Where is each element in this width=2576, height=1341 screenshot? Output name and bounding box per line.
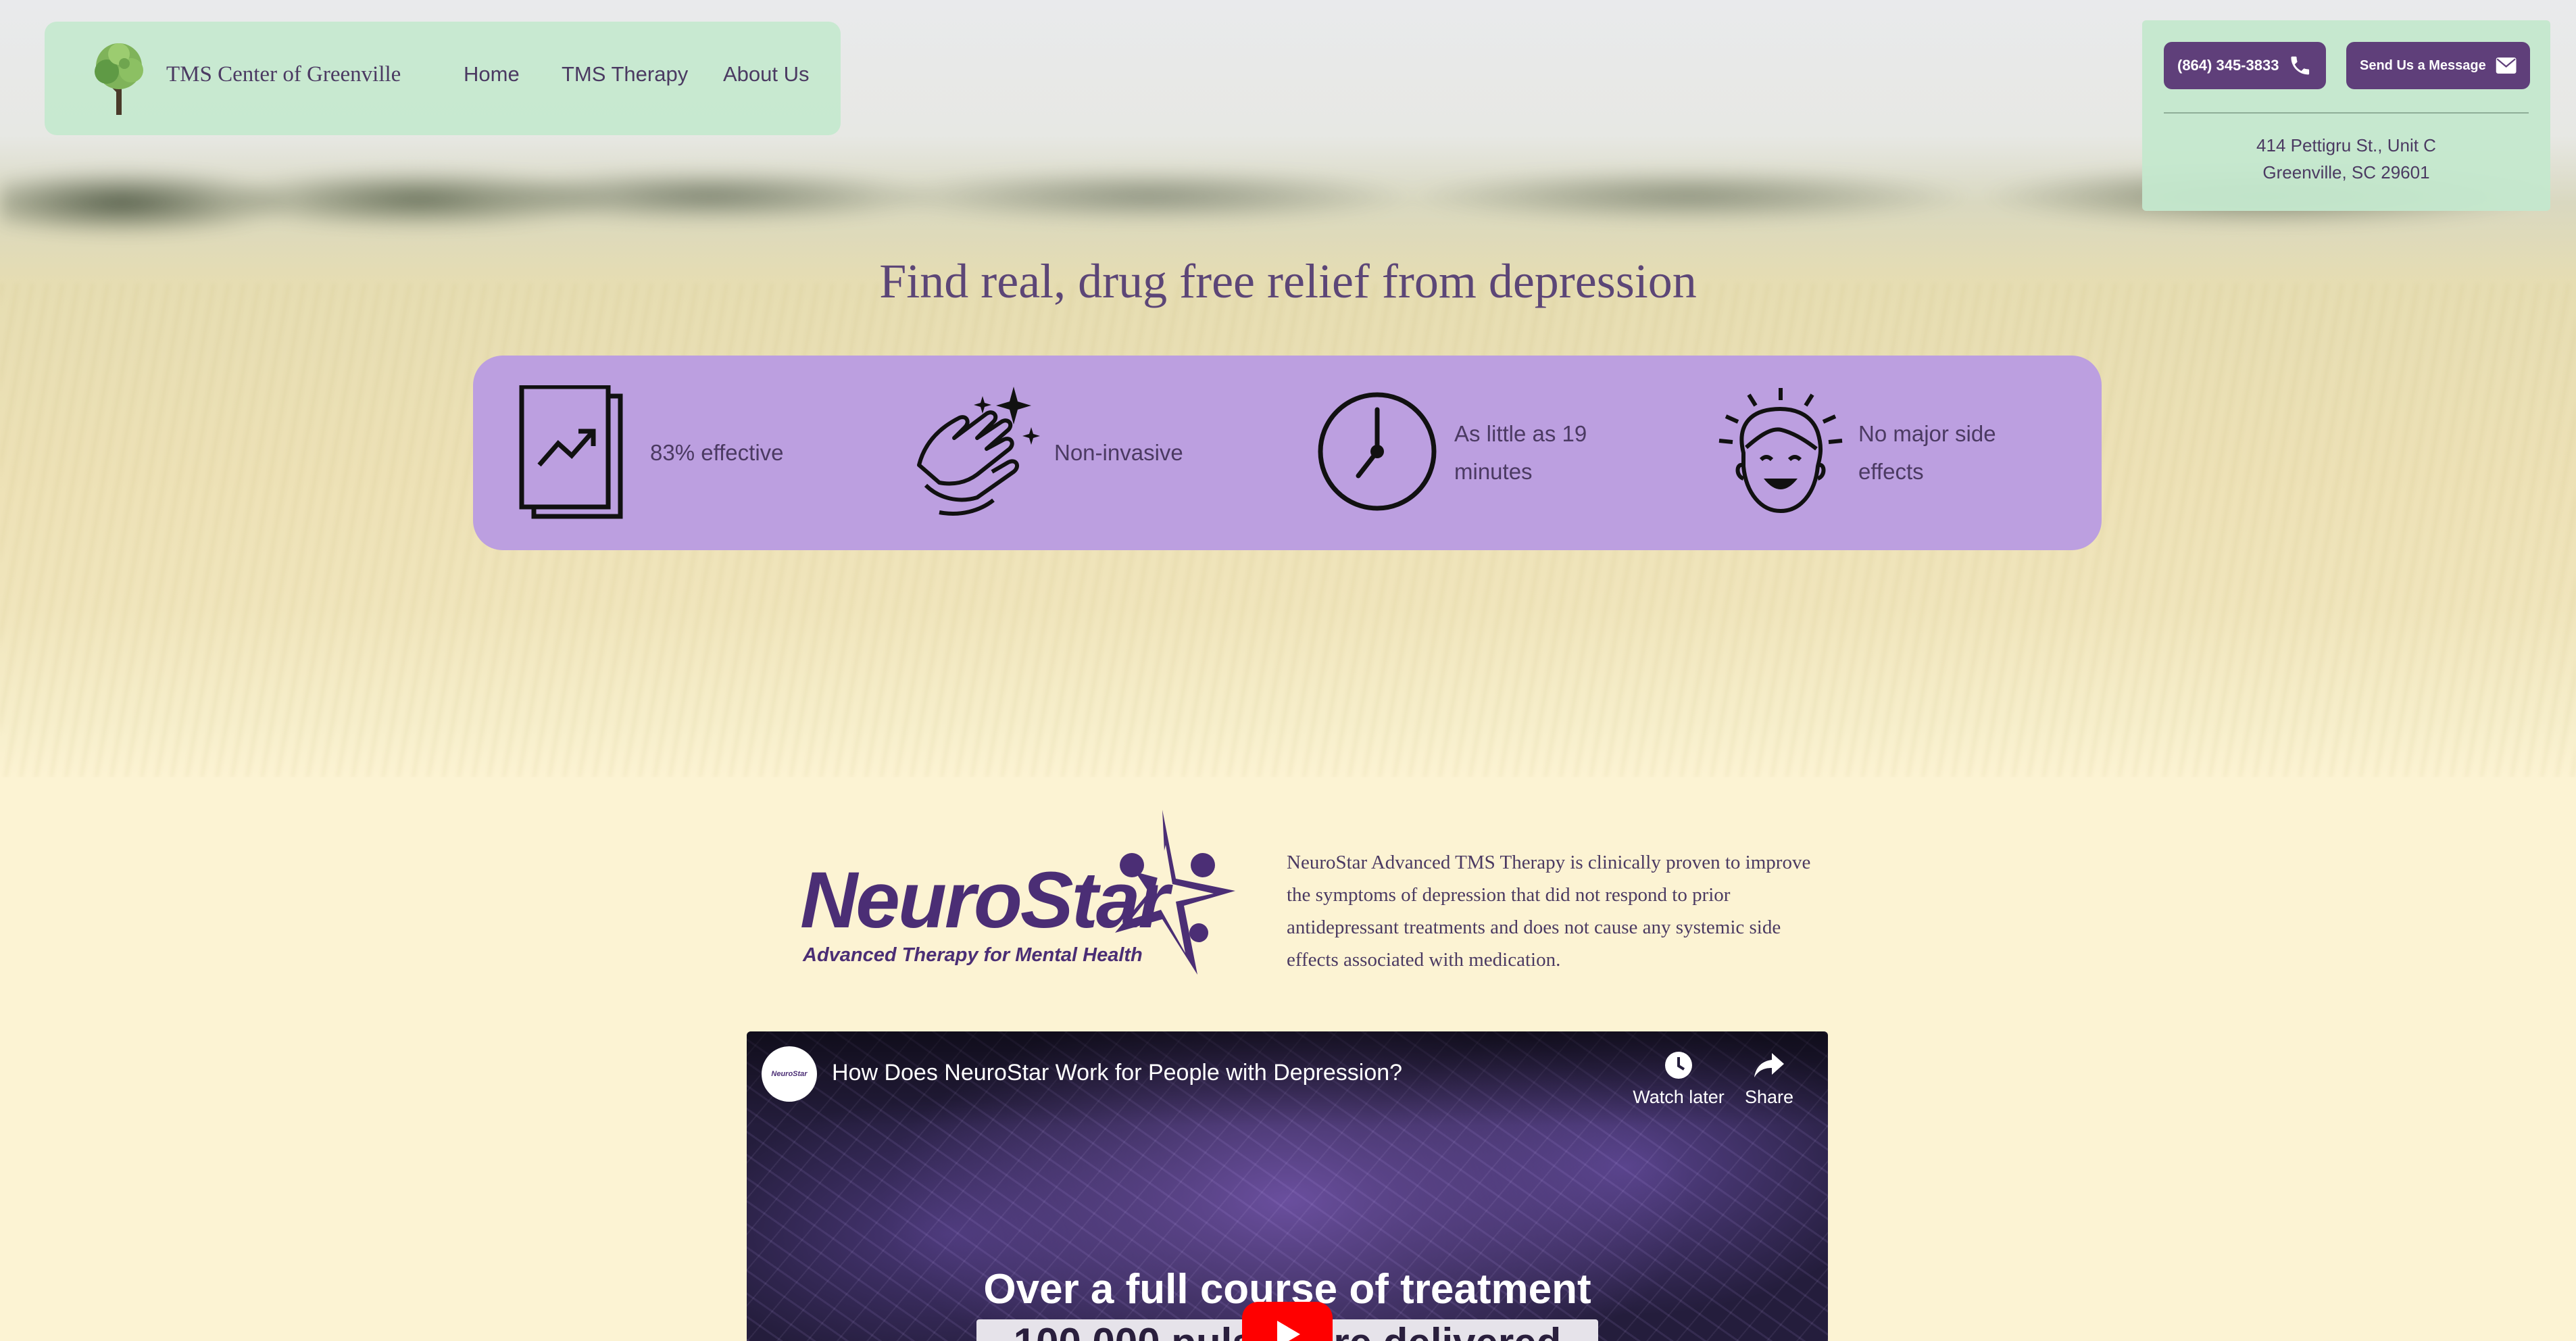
contact-divider <box>2164 112 2529 114</box>
video-title[interactable]: How Does NeuroStar Work for People with … <box>832 1060 1402 1086</box>
feature-non-invasive: Non-invasive <box>912 385 1264 520</box>
feature-duration-line-2: minutes <box>1454 459 1533 484</box>
watch-later-label: Watch later <box>1633 1087 1725 1107</box>
envelope-icon <box>2496 57 2517 74</box>
address-line-2: Greenville, SC 29601 <box>2262 162 2430 182</box>
logo-figure-head-right <box>1191 853 1215 877</box>
video-embed[interactable]: NeuroStar How Does NeuroStar Work for Pe… <box>747 1031 1828 1341</box>
feature-effectiveness-text: 83% effective <box>650 440 784 465</box>
feature-effectiveness: 83% effective <box>519 385 870 520</box>
phone-icon <box>2291 56 2310 75</box>
share-button[interactable]: Share <box>1718 1050 1820 1108</box>
neurostar-logo: NeuroStar Advanced Therapy for Mental He… <box>800 810 1235 975</box>
clock-icon <box>1318 392 1437 511</box>
feature-non-invasive-text: Non-invasive <box>1054 440 1183 465</box>
nav-link-tms-therapy[interactable]: TMS Therapy <box>562 62 688 87</box>
phone-button[interactable]: (864) 345-3833 <box>2164 42 2326 89</box>
nav-link-home[interactable]: Home <box>464 62 520 87</box>
logo-wordmark: NeuroStar <box>800 856 1174 945</box>
clock-icon <box>1665 1052 1692 1079</box>
play-button[interactable] <box>1242 1302 1333 1341</box>
logo-figure-head-bottom <box>1189 923 1208 942</box>
features-panel: 83% effective Non-invasive As little as … <box>473 356 2102 550</box>
channel-avatar[interactable]: NeuroStar <box>762 1046 817 1102</box>
send-message-button[interactable]: Send Us a Message <box>2346 42 2530 89</box>
play-icon <box>1277 1321 1300 1341</box>
contact-panel: (864) 345-3833 Send Us a Message 414 Pet… <box>2142 20 2550 211</box>
logo-tagline: Advanced Therapy for Mental Health <box>802 944 1143 966</box>
tree-logo-icon[interactable] <box>85 39 153 117</box>
feature-duration: As little as 19 minutes <box>1316 385 1668 520</box>
address-line-1: 414 Pettigru St., Unit C <box>2256 135 2436 155</box>
feature-side-effects: No major side effects <box>1716 385 2068 520</box>
feature-duration-line-1: As little as 19 <box>1454 421 1587 446</box>
feature-duration-text: As little as 19 minutes <box>1454 415 1587 491</box>
nav-link-about-us[interactable]: About Us <box>723 62 810 87</box>
chart-document-icon <box>519 385 623 519</box>
main-nav: TMS Center of Greenville Home TMS Therap… <box>45 22 841 135</box>
feature-side-effects-text: No major side effects <box>1858 415 1996 491</box>
watch-later-button[interactable]: Watch later <box>1628 1050 1729 1108</box>
neurostar-description: NeuroStar Advanced TMS Therapy is clinic… <box>1287 852 1811 971</box>
clean-hands-icon <box>917 387 1040 516</box>
happy-face-icon <box>1718 388 1843 514</box>
share-arrow-icon <box>1754 1053 1784 1077</box>
share-label: Share <box>1744 1087 1794 1107</box>
send-message-label: Send Us a Message <box>2360 57 2486 73</box>
feature-side-effects-line-1: No major side <box>1858 421 1996 446</box>
phone-number: (864) 345-3833 <box>2177 57 2279 74</box>
brand-name[interactable]: TMS Center of Greenville <box>166 62 401 87</box>
feature-side-effects-line-2: effects <box>1858 459 1924 484</box>
hero-headline: Find real, drug free relief from depress… <box>879 254 1697 308</box>
